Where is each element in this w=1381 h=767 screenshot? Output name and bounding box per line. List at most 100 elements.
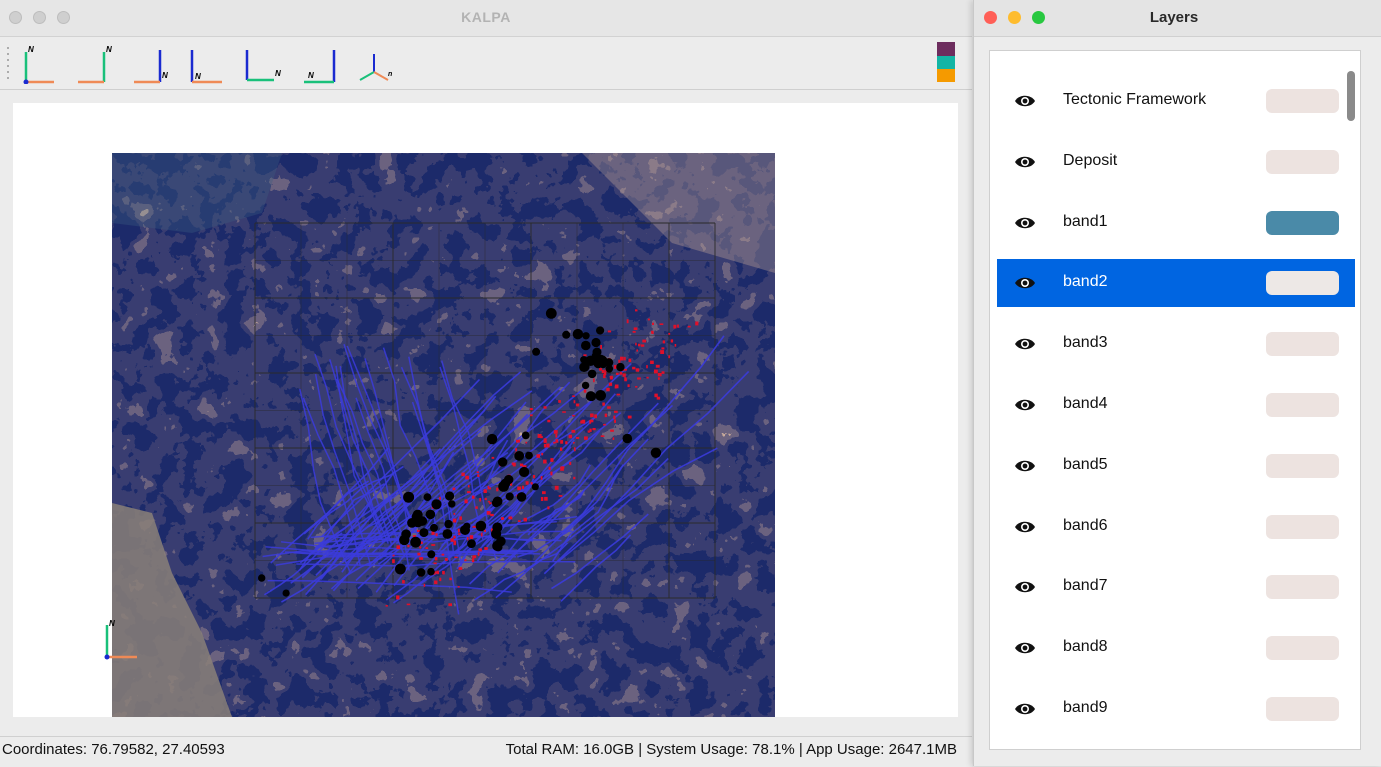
anomaly-point	[573, 476, 576, 480]
anomaly-point	[638, 343, 641, 347]
layer-color-swatch[interactable]	[1266, 636, 1339, 661]
eye-icon[interactable]	[1014, 213, 1036, 233]
view-button-6[interactable]: N	[300, 42, 344, 84]
raster-map[interactable]	[112, 153, 775, 717]
view-button-4[interactable]: N	[184, 42, 228, 84]
layer-row-band3[interactable]: band3	[997, 320, 1355, 368]
layers-titlebar: Layers	[974, 0, 1381, 37]
anomaly-point	[522, 485, 525, 490]
anomaly-point	[529, 408, 533, 411]
anomaly-point	[467, 491, 471, 494]
anomaly-point	[453, 541, 456, 546]
anomaly-point	[517, 486, 522, 491]
eye-icon[interactable]	[1014, 638, 1036, 658]
color-swatch-stack[interactable]	[937, 42, 955, 82]
anomaly-point	[472, 555, 477, 559]
anomaly-point	[572, 395, 576, 397]
layers-list[interactable]: Tectonic Framework Deposit band1 band2 band3…	[989, 50, 1361, 750]
layer-row-deposit[interactable]: Deposit	[997, 138, 1355, 186]
anomaly-point	[655, 364, 660, 368]
swatch-purple[interactable]	[937, 42, 955, 56]
layer-color-swatch[interactable]	[1266, 210, 1339, 235]
layer-row-tectonic-framework[interactable]: Tectonic Framework	[997, 77, 1355, 125]
deposit-point	[562, 330, 571, 339]
anomaly-point	[619, 371, 623, 375]
view-button-2[interactable]: N	[72, 42, 116, 84]
anomaly-point	[603, 374, 606, 379]
layer-color-swatch[interactable]	[1266, 575, 1339, 600]
view-button-3[interactable]: N	[128, 42, 172, 84]
anomaly-point	[614, 386, 617, 389]
layer-color-swatch[interactable]	[1266, 393, 1339, 417]
layer-row-band6[interactable]: band6	[997, 503, 1355, 551]
layer-row-band8[interactable]: band8	[997, 624, 1355, 672]
anomaly-point	[670, 339, 674, 343]
axis-north-label: N	[308, 71, 314, 80]
layers-scrollbar[interactable]	[1347, 71, 1355, 121]
deposit-point	[423, 493, 432, 501]
layer-color-swatch[interactable]	[1266, 149, 1339, 174]
resource-usage: Total RAM: 16.0GB | System Usage: 78.1% …	[505, 741, 957, 758]
view-button-3d[interactable]: n	[354, 42, 398, 84]
swatch-orange[interactable]	[937, 69, 955, 82]
anomaly-point	[583, 354, 587, 357]
deposit-point	[467, 539, 476, 549]
layer-color-swatch[interactable]	[1266, 453, 1339, 478]
anomaly-point	[601, 369, 605, 374]
anomaly-point	[458, 533, 461, 536]
anomaly-point	[511, 462, 516, 465]
anomaly-point	[628, 358, 632, 363]
map-orientation-axis-icon: N	[104, 619, 137, 660]
anomaly-point	[452, 487, 456, 491]
eye-icon[interactable]	[1014, 517, 1036, 537]
eye-icon[interactable]	[1014, 334, 1036, 354]
eye-icon[interactable]	[1014, 273, 1036, 293]
anomaly-point	[439, 496, 441, 500]
deposit-point	[427, 550, 436, 559]
deposit-point	[427, 567, 435, 576]
anomaly-point	[652, 322, 654, 325]
layer-color-swatch[interactable]	[1266, 697, 1339, 721]
anomaly-point	[543, 459, 547, 464]
anomaly-point	[604, 413, 608, 418]
window-title: KALPA	[461, 9, 511, 25]
anomaly-point	[646, 365, 648, 369]
anomaly-point	[550, 458, 554, 462]
layer-row-band2[interactable]: band2	[997, 259, 1355, 308]
eye-icon[interactable]	[1014, 577, 1036, 597]
swatch-teal[interactable]	[937, 56, 955, 69]
layer-row-band1[interactable]: band1	[997, 199, 1355, 247]
coordinates-readout: Coordinates: 76.79582, 27.40593	[2, 741, 225, 758]
anomaly-point	[543, 443, 547, 448]
anomaly-point	[600, 435, 605, 437]
eye-icon[interactable]	[1014, 699, 1036, 719]
eye-icon[interactable]	[1014, 395, 1036, 415]
view-button-1[interactable]: N	[18, 42, 62, 85]
layer-color-swatch[interactable]	[1266, 89, 1339, 113]
deposit-point	[492, 522, 503, 533]
toolbar-grip-icon	[7, 47, 9, 79]
layer-color-swatch[interactable]	[1266, 332, 1339, 357]
eye-icon[interactable]	[1014, 91, 1036, 111]
layer-color-swatch[interactable]	[1266, 271, 1339, 296]
anomaly-point	[568, 434, 572, 439]
anomaly-point	[572, 414, 575, 417]
anomaly-point	[417, 552, 421, 556]
anomaly-point	[599, 368, 602, 371]
anomaly-point	[618, 359, 621, 363]
layer-row-band4[interactable]: band4	[997, 381, 1355, 429]
layer-row-band9[interactable]: band9	[997, 685, 1355, 733]
eye-icon[interactable]	[1014, 152, 1036, 172]
anomaly-point	[516, 439, 520, 443]
anomaly-point	[525, 481, 529, 485]
anomaly-point	[544, 496, 548, 501]
layer-color-swatch[interactable]	[1266, 514, 1339, 539]
layer-row-band5[interactable]: band5	[997, 442, 1355, 490]
eye-icon[interactable]	[1014, 456, 1036, 476]
view-button-5[interactable]: N	[240, 42, 284, 84]
layer-name: band4	[1063, 395, 1108, 412]
layer-name: band6	[1063, 516, 1108, 534]
layer-row-band7[interactable]: band7	[997, 563, 1355, 611]
anomaly-point	[459, 516, 462, 521]
map-canvas[interactable]: N	[13, 103, 958, 717]
